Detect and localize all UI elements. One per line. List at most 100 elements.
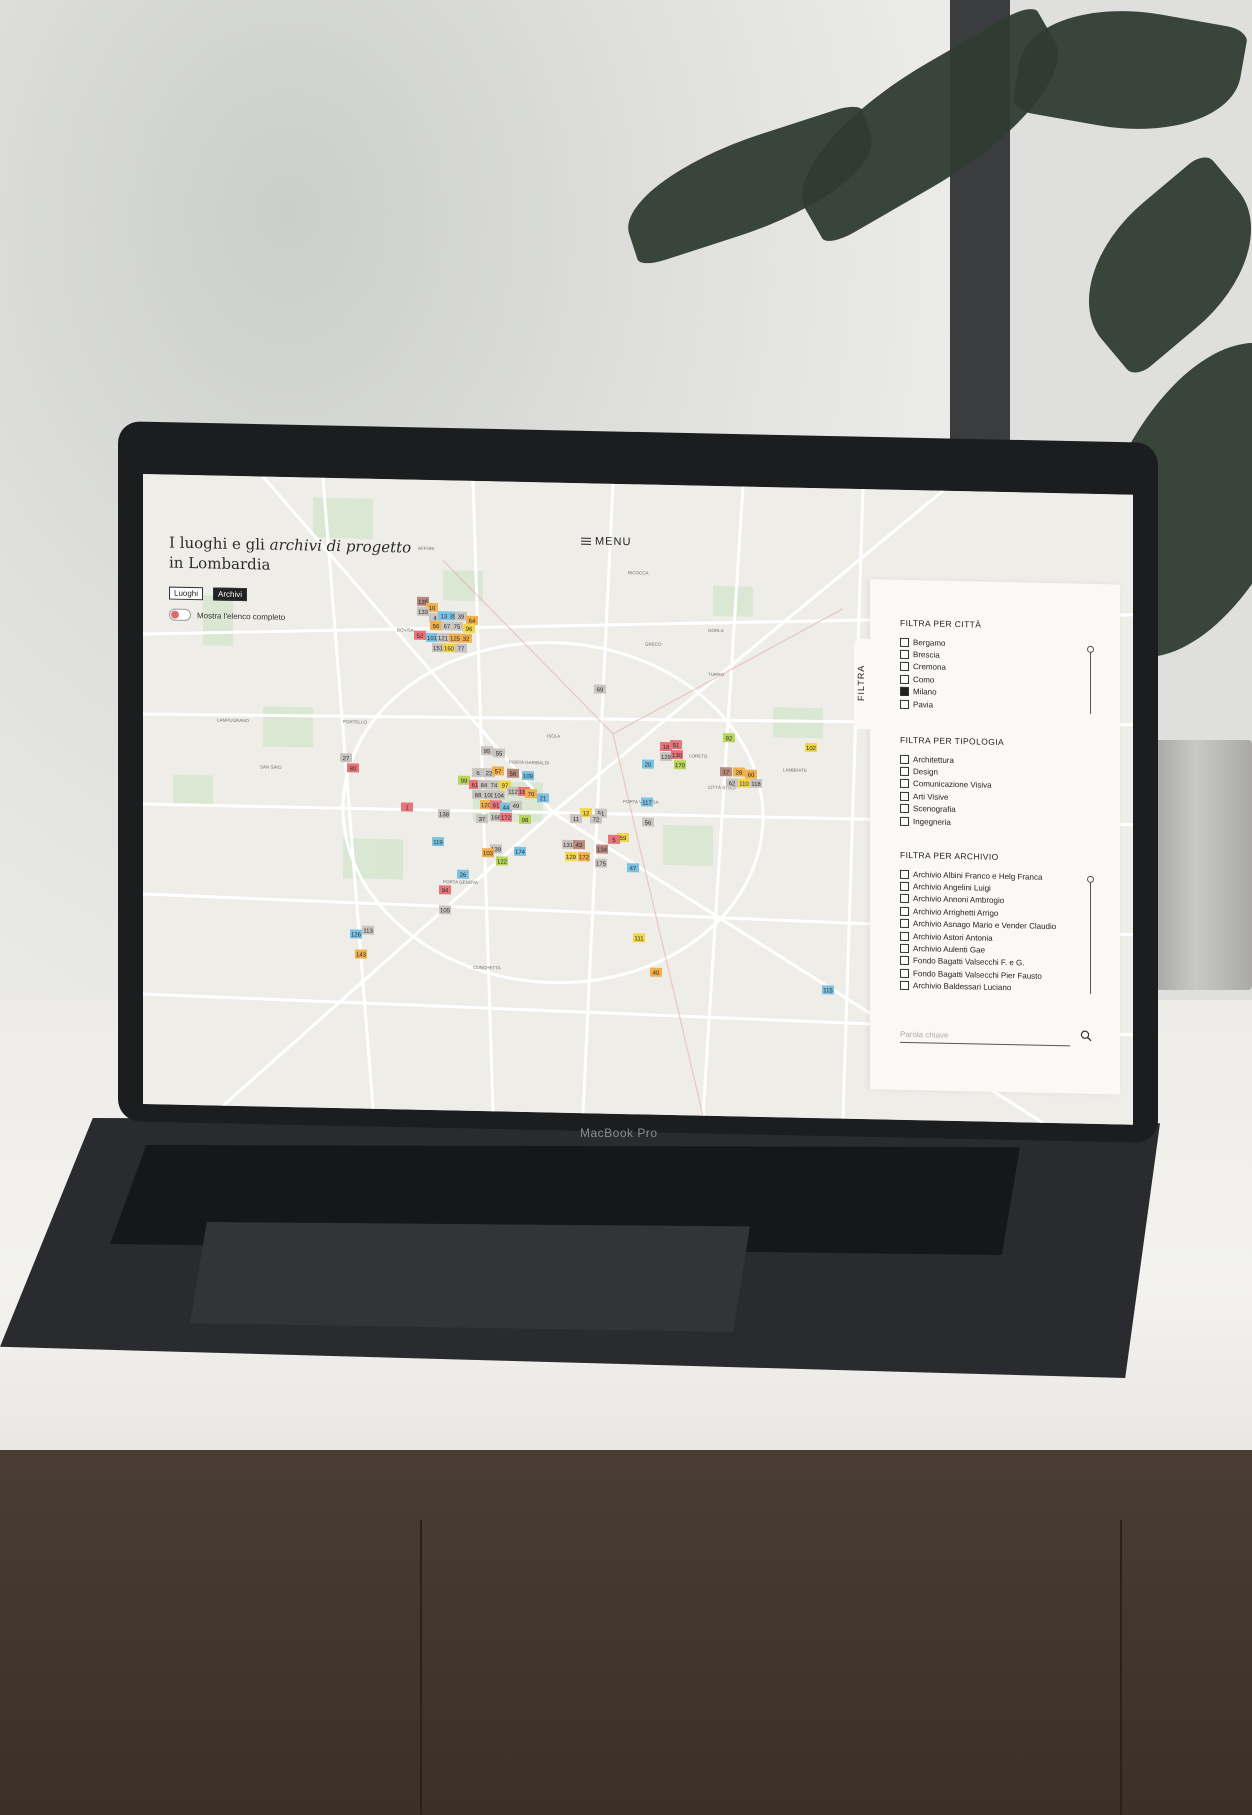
map-marker[interactable]: 64 bbox=[466, 615, 478, 626]
filter-checkbox[interactable] bbox=[900, 804, 909, 814]
map-marker[interactable]: 172 bbox=[578, 852, 590, 862]
filter-checkbox[interactable] bbox=[900, 943, 909, 954]
map-marker[interactable]: 138 bbox=[438, 809, 450, 819]
filter-checkbox[interactable] bbox=[900, 894, 909, 904]
map-marker[interactable]: 26 bbox=[457, 869, 469, 879]
map-marker[interactable]: 134 bbox=[596, 844, 608, 854]
map-marker[interactable]: 69 bbox=[594, 684, 606, 694]
map-marker[interactable]: 172 bbox=[500, 812, 512, 822]
map-marker[interactable]: 17 bbox=[720, 767, 732, 777]
filter-tab[interactable]: FILTRA bbox=[854, 638, 872, 730]
map-marker[interactable]: 21 bbox=[537, 793, 549, 803]
map-marker[interactable]: 55 bbox=[493, 748, 505, 758]
map-marker[interactable]: 1 bbox=[401, 802, 413, 812]
map-marker[interactable]: 109 bbox=[522, 770, 534, 781]
map-marker[interactable]: 40 bbox=[650, 967, 662, 977]
map-marker[interactable]: 57 bbox=[492, 766, 504, 776]
search-icon[interactable] bbox=[1080, 1030, 1092, 1042]
filter-checkbox[interactable] bbox=[900, 791, 909, 801]
map-marker[interactable]: 95 bbox=[481, 746, 493, 756]
map-marker[interactable]: 119 bbox=[432, 837, 444, 847]
map-marker[interactable]: 88 bbox=[472, 789, 484, 800]
search-input[interactable]: Parola chiave bbox=[900, 1029, 1070, 1047]
scroll-handle[interactable] bbox=[1087, 875, 1094, 883]
map-marker[interactable]: 51 bbox=[670, 740, 682, 750]
map-marker[interactable]: 28 bbox=[733, 767, 745, 777]
map-marker[interactable]: 11 bbox=[570, 813, 582, 824]
filter-checkbox[interactable] bbox=[900, 649, 909, 660]
map-marker[interactable]: 80 bbox=[347, 763, 359, 773]
map-marker[interactable]: 98 bbox=[519, 814, 531, 825]
map-marker[interactable]: 47 bbox=[627, 863, 639, 873]
scroll-handle[interactable] bbox=[1087, 645, 1094, 653]
map-marker[interactable]: 170 bbox=[674, 760, 686, 770]
filter-checkbox[interactable] bbox=[900, 766, 909, 777]
map-marker[interactable]: 101 bbox=[426, 632, 438, 643]
map-marker[interactable]: 118 bbox=[750, 778, 762, 788]
map-marker[interactable]: 49 bbox=[510, 800, 522, 810]
map-marker[interactable]: 117 bbox=[641, 797, 653, 807]
map-marker[interactable]: 52 bbox=[414, 630, 426, 640]
map-marker[interactable]: 32 bbox=[460, 633, 472, 643]
filter-checkbox[interactable] bbox=[900, 869, 909, 879]
map-marker[interactable]: 113 bbox=[362, 925, 374, 935]
map-marker[interactable]: 133 bbox=[417, 606, 429, 616]
map-marker[interactable]: 37 bbox=[476, 813, 488, 824]
map-marker[interactable]: 74 bbox=[488, 780, 500, 790]
filter-checkbox[interactable] bbox=[900, 754, 909, 764]
map-marker[interactable]: 43 bbox=[573, 840, 585, 850]
map-marker[interactable]: 174 bbox=[514, 846, 526, 857]
filter-checkbox[interactable] bbox=[900, 687, 909, 697]
city-scrollbar[interactable] bbox=[1087, 645, 1094, 714]
map-marker[interactable]: 129 bbox=[565, 851, 577, 862]
map-marker[interactable]: 27 bbox=[340, 753, 352, 763]
map-marker[interactable]: 102 bbox=[805, 742, 817, 753]
map-marker[interactable]: 104 bbox=[493, 790, 505, 800]
map-marker[interactable]: 110 bbox=[738, 778, 750, 788]
full-list-switch-row[interactable]: Mostra l'elenco completo bbox=[169, 608, 285, 623]
map-marker[interactable]: 62 bbox=[726, 778, 738, 788]
map-marker[interactable]: 75 bbox=[451, 621, 463, 631]
toggle-luoghi[interactable]: Luoghi bbox=[169, 586, 204, 601]
filter-checkbox[interactable] bbox=[900, 637, 909, 647]
filter-checkbox[interactable] bbox=[900, 674, 909, 684]
map-marker[interactable]: 72 bbox=[590, 814, 602, 824]
map-marker[interactable]: 129 bbox=[660, 751, 672, 762]
map-marker[interactable]: 122 bbox=[496, 856, 508, 866]
map-marker[interactable]: 103 bbox=[482, 848, 494, 858]
map-marker[interactable]: 130 bbox=[671, 750, 683, 760]
map-marker[interactable]: 160 bbox=[443, 643, 455, 653]
map-marker[interactable]: 77 bbox=[455, 643, 467, 653]
filter-option[interactable]: Ingegneria bbox=[900, 815, 1004, 830]
map-marker[interactable]: 96 bbox=[463, 623, 475, 633]
map-marker[interactable]: 56 bbox=[430, 621, 442, 631]
map-marker[interactable]: 151 bbox=[432, 643, 444, 653]
map-marker[interactable]: 175 bbox=[595, 858, 607, 868]
map-marker[interactable]: 99 bbox=[458, 775, 470, 785]
map-marker[interactable]: 131 bbox=[562, 839, 574, 850]
map-marker[interactable]: 105 bbox=[439, 905, 451, 915]
map-marker[interactable]: 56 bbox=[642, 817, 654, 827]
map-marker[interactable]: 60 bbox=[745, 769, 757, 779]
full-list-switch[interactable] bbox=[169, 608, 191, 622]
filter-checkbox[interactable] bbox=[900, 816, 909, 826]
map-marker[interactable]: 126 bbox=[350, 929, 362, 939]
filter-checkbox[interactable] bbox=[900, 956, 909, 966]
filter-checkbox[interactable] bbox=[900, 662, 909, 672]
filter-option[interactable]: Archivio Baldessari Luciano bbox=[900, 979, 1056, 995]
map-marker[interactable]: 58 bbox=[507, 768, 519, 778]
map-marker[interactable]: 121 bbox=[437, 633, 449, 643]
filter-checkbox[interactable] bbox=[900, 699, 909, 709]
filter-checkbox[interactable] bbox=[900, 931, 909, 941]
filter-checkbox[interactable] bbox=[900, 919, 909, 929]
filter-checkbox[interactable] bbox=[900, 779, 909, 789]
map-marker[interactable]: 115 bbox=[822, 985, 834, 995]
filter-checkbox[interactable] bbox=[900, 968, 909, 978]
archive-scrollbar[interactable] bbox=[1087, 875, 1094, 994]
menu-button[interactable]: MENU bbox=[581, 535, 631, 548]
filter-checkbox[interactable] bbox=[900, 906, 909, 916]
map-marker[interactable]: 94 bbox=[439, 885, 451, 895]
filter-checkbox[interactable] bbox=[900, 881, 909, 892]
map-marker[interactable]: 112 bbox=[507, 786, 519, 796]
map-marker[interactable]: 70 bbox=[525, 789, 537, 799]
